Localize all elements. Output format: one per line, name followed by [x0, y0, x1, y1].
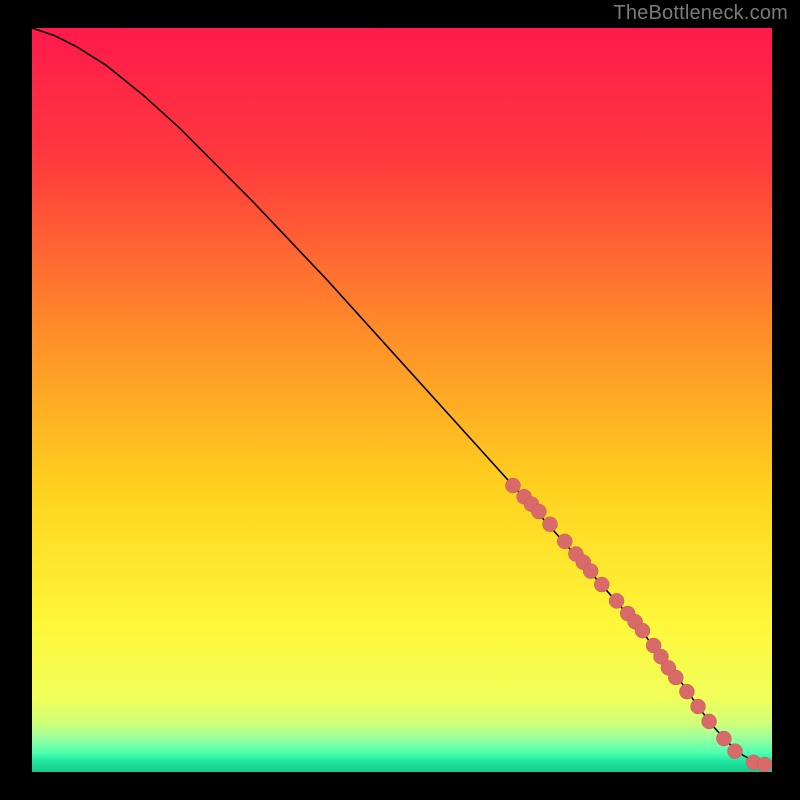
data-marker [716, 731, 731, 746]
data-marker [728, 744, 743, 759]
plot-area [32, 28, 772, 772]
data-marker [757, 757, 772, 772]
data-marker [635, 623, 650, 638]
data-marker [531, 504, 546, 519]
data-marker [543, 517, 558, 532]
bottleneck-chart [32, 28, 772, 772]
data-marker [702, 714, 717, 729]
data-marker [583, 564, 598, 579]
data-marker [557, 534, 572, 549]
data-marker [691, 699, 706, 714]
data-marker [594, 577, 609, 592]
data-marker [679, 684, 694, 699]
data-marker [506, 478, 521, 493]
attribution-text: TheBottleneck.com [613, 2, 788, 25]
data-marker [609, 593, 624, 608]
data-marker [668, 670, 683, 685]
chart-stage: TheBottleneck.com [0, 0, 800, 800]
